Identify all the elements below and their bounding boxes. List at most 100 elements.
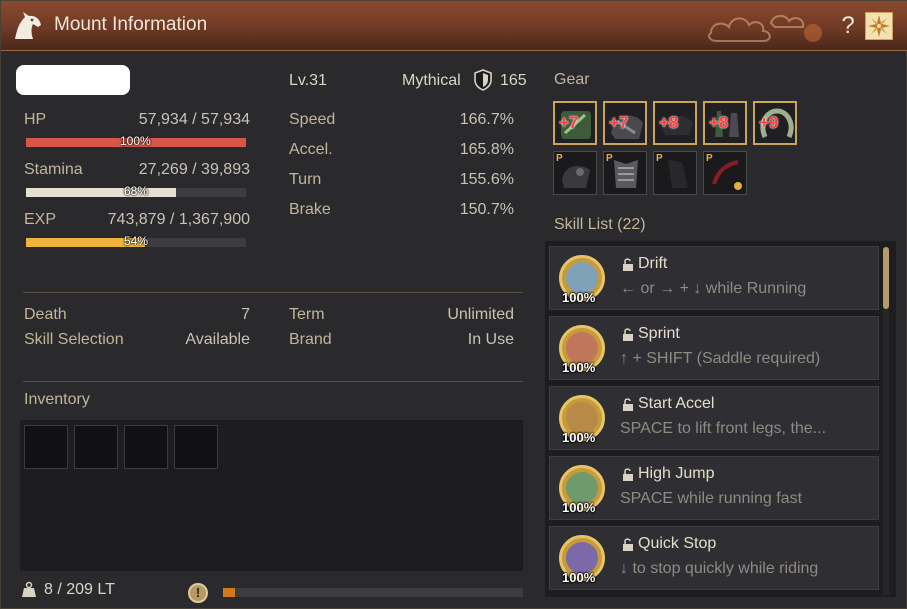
- term-value: Unlimited: [447, 306, 514, 323]
- gear-label: Gear: [554, 71, 590, 88]
- skill-description: SPACE while running fast: [620, 490, 803, 507]
- brake-value: 150.7%: [459, 201, 514, 218]
- exp-percent: 54%: [124, 234, 149, 248]
- unlock-icon: [623, 328, 633, 341]
- skill-name: Drift: [638, 255, 668, 272]
- mount-level: Lv.31: [289, 72, 327, 89]
- brake-label: Brake: [289, 201, 331, 218]
- premium-badge: P: [556, 153, 563, 164]
- skill-description: ↓ to stop quickly while riding: [620, 560, 819, 577]
- death-value: 7: [241, 306, 250, 323]
- premium-badge: P: [656, 153, 663, 164]
- skill-mastery: 100%: [562, 500, 596, 515]
- enhancement-level: +8: [709, 113, 729, 132]
- death-label: Death: [24, 306, 67, 323]
- mount-grade: Mythical: [402, 72, 461, 89]
- mount-armor-value: 165: [500, 72, 527, 89]
- gear-slot-headgear[interactable]: +7: [553, 101, 597, 145]
- speed-value: 166.7%: [459, 111, 514, 128]
- skill-description: ↑ + SHIFT (Saddle required): [620, 350, 821, 367]
- premium-badge: P: [606, 153, 613, 164]
- skill-name: Sprint: [638, 325, 680, 342]
- stamina-label: Stamina: [24, 161, 83, 178]
- gear-slot-stirrups[interactable]: +8: [703, 101, 747, 145]
- divider: [23, 292, 523, 293]
- skill-item-high-jump[interactable]: 100% High Jump SPACE while running fast: [549, 456, 879, 520]
- exp-bar: 54%: [26, 234, 246, 248]
- skill-mastery: 100%: [562, 360, 596, 375]
- inventory-weight: 8 / 209 LT: [44, 581, 115, 598]
- inventory-slot[interactable]: [124, 425, 168, 469]
- exp-value: 743,879 / 1,367,900: [107, 211, 250, 228]
- skill-item-quick-stop[interactable]: 100% Quick Stop ↓ to stop quickly while …: [549, 526, 879, 590]
- skill-item-sprint[interactable]: 100% Sprint ↑ + SHIFT (Saddle required): [549, 316, 879, 380]
- outfit-slot-stirrups[interactable]: P: [703, 151, 747, 195]
- premium-badge: P: [706, 153, 713, 164]
- outfit-slot-armor[interactable]: P: [603, 151, 647, 195]
- skill-name: Start Accel: [638, 395, 715, 412]
- unlock-icon: [623, 398, 633, 411]
- hp-bar: 100%: [26, 134, 246, 148]
- turn-value: 155.6%: [459, 171, 514, 188]
- warning-icon[interactable]: !: [188, 583, 208, 603]
- skill-list: 100% Drift ← or → + ↓ while Running 100%…: [545, 241, 896, 597]
- enhancement-level: +7: [609, 113, 629, 132]
- weight-bar: [223, 588, 523, 597]
- skill-item-start-accel[interactable]: 100% Start Accel SPACE to lift front leg…: [549, 386, 879, 450]
- horse-head-icon: [15, 12, 41, 39]
- cloud-ornament-icon: [708, 15, 822, 42]
- skill-name: High Jump: [638, 465, 715, 482]
- help-button[interactable]: ?: [837, 12, 859, 40]
- accel-value: 165.8%: [459, 141, 514, 158]
- inventory-grid: [20, 420, 523, 571]
- title-bar[interactable]: Mount Information ?: [1, 1, 907, 51]
- speed-label: Speed: [289, 111, 336, 128]
- skill-mastery: 100%: [562, 570, 596, 585]
- gear-slot-horseshoe[interactable]: +9: [753, 101, 797, 145]
- stamina-percent: 68%: [124, 184, 149, 198]
- weight-icon: [22, 581, 36, 597]
- skill-list-scrollbar[interactable]: [883, 247, 889, 595]
- unlock-icon: [623, 538, 633, 551]
- outfit-slot-headgear[interactable]: P: [553, 151, 597, 195]
- divider: [23, 381, 523, 382]
- skill-description: ← or → + ↓ while Running: [620, 280, 807, 297]
- skill-mastery: 100%: [562, 430, 596, 445]
- skill-description: SPACE to lift front legs, the...: [620, 420, 827, 437]
- skill-item-drift[interactable]: 100% Drift ← or → + ↓ while Running: [549, 246, 879, 310]
- unlock-icon: [623, 258, 633, 271]
- accel-label: Accel.: [289, 141, 333, 158]
- skill-mastery: 100%: [562, 290, 596, 305]
- brand-value: In Use: [467, 331, 514, 348]
- gear-slot-saddle[interactable]: +8: [653, 101, 697, 145]
- hp-label: HP: [24, 111, 47, 128]
- mount-name-redacted: [16, 65, 130, 95]
- enhancement-level: +7: [559, 113, 579, 132]
- brand-label: Brand: [289, 331, 332, 348]
- scrollbar-thumb[interactable]: [883, 247, 889, 309]
- unlock-icon: [623, 468, 633, 481]
- inventory-slot[interactable]: [74, 425, 118, 469]
- enhancement-level: +9: [759, 113, 779, 132]
- inventory-label: Inventory: [24, 391, 90, 408]
- exp-label: EXP: [24, 211, 57, 228]
- skill-selection-label: Skill Selection: [24, 331, 124, 348]
- stamina-value: 27,269 / 39,893: [138, 161, 250, 178]
- inventory-slot[interactable]: [24, 425, 68, 469]
- turn-label: Turn: [289, 171, 322, 188]
- gear-slot-armor[interactable]: +7: [603, 101, 647, 145]
- inventory-slot[interactable]: [174, 425, 218, 469]
- hp-percent: 100%: [120, 134, 151, 148]
- close-button[interactable]: [865, 12, 893, 40]
- enhancement-level: +8: [659, 113, 679, 132]
- skill-selection-value: Available: [185, 331, 250, 348]
- hp-value: 57,934 / 57,934: [138, 111, 250, 128]
- outfit-slot-saddle[interactable]: P: [653, 151, 697, 195]
- skill-list-label: Skill List (22): [554, 216, 646, 233]
- mount-info-window: Mount Information ? Lv.31 Mythical 165 H…: [0, 0, 907, 609]
- skill-name: Quick Stop: [638, 535, 717, 552]
- window-title: Mount Information: [54, 14, 208, 35]
- shield-icon: [474, 69, 492, 91]
- term-label: Term: [289, 306, 325, 323]
- stamina-bar: 68%: [26, 184, 246, 198]
